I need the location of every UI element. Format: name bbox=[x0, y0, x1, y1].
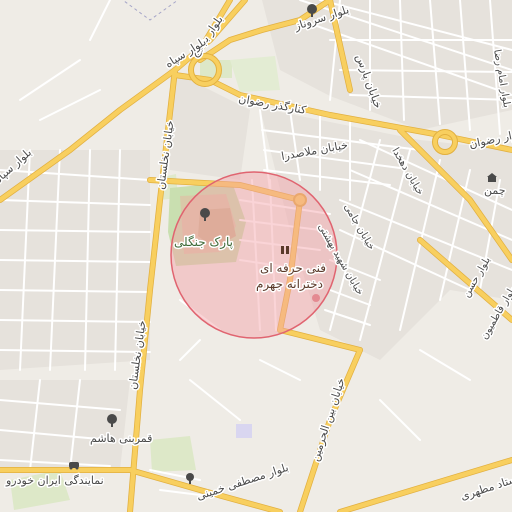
place-label-qamarbani-hashem[interactable]: قمربنی هاشم bbox=[89, 431, 154, 447]
place-label-park-jangali[interactable]: پارک جنگلی bbox=[173, 234, 235, 252]
pin-marker bbox=[312, 294, 320, 302]
place-label-chaman[interactable]: چمن bbox=[483, 183, 508, 199]
place-label-school-line2[interactable]: دخترانه جهرم bbox=[255, 276, 325, 294]
place-label-iran-khodro[interactable]: نمایندگی ایران خودرو bbox=[4, 473, 106, 489]
highlight-circle[interactable] bbox=[170, 171, 338, 339]
map-canvas[interactable]: بلوار سروناز بلوار بسیج بلوار سپاه بلوار… bbox=[0, 0, 512, 512]
place-label-school-line1[interactable]: فنی حرفه ای bbox=[259, 260, 328, 278]
map-view[interactable]: بلوار سروناز بلوار بسیج بلوار سپاه بلوار… bbox=[0, 0, 512, 512]
